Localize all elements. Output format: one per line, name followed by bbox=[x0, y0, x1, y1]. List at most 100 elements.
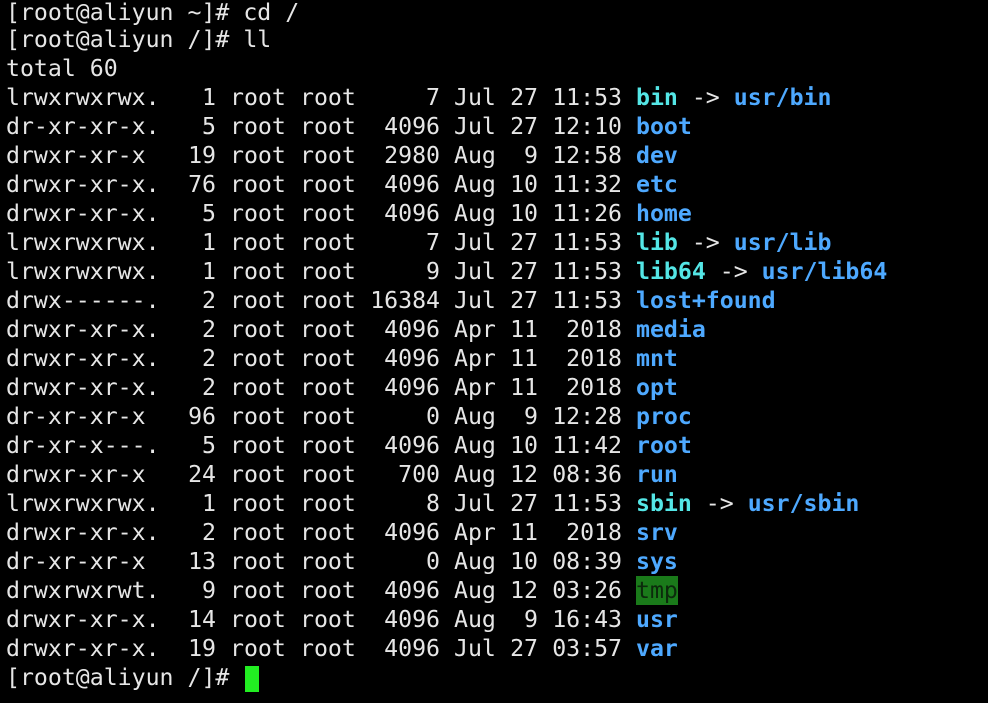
time: 11:32 bbox=[552, 171, 622, 198]
time: 2018 bbox=[566, 345, 622, 372]
time: 11:53 bbox=[552, 229, 622, 256]
owner: root bbox=[230, 287, 286, 314]
command-prompt[interactable]: [root@aliyun /]# bbox=[6, 663, 988, 692]
sticky-directory-name: tmp bbox=[636, 576, 678, 605]
group: root bbox=[300, 461, 356, 488]
symlink-arrow: -> bbox=[677, 229, 734, 256]
month: Apr bbox=[454, 374, 496, 401]
day: 10 bbox=[510, 548, 538, 575]
group: root bbox=[300, 490, 356, 517]
group: root bbox=[300, 84, 356, 111]
permissions: drwxr-xr-x bbox=[6, 142, 146, 169]
directory-name: home bbox=[636, 200, 692, 227]
permissions: lrwxrwxrwx. bbox=[6, 84, 160, 111]
file-size: 4096 bbox=[384, 200, 440, 227]
month: Aug bbox=[454, 461, 496, 488]
time: 12:28 bbox=[552, 403, 622, 430]
day: 9 bbox=[524, 606, 538, 633]
month: Jul bbox=[454, 84, 496, 111]
group: root bbox=[300, 606, 356, 633]
day: 27 bbox=[510, 229, 538, 256]
listing-row: drwxr-xr-x. 5 root root 4096 Aug 10 11:26 home bbox=[6, 199, 988, 228]
directory-name: dev bbox=[636, 142, 678, 169]
listing-row: drwxr-xr-x. 2 root root 4096 Apr 11 2018 srv bbox=[6, 518, 988, 547]
owner: root bbox=[230, 258, 286, 285]
time: 11:53 bbox=[552, 287, 622, 314]
owner: root bbox=[230, 403, 286, 430]
listing-row: lrwxrwxrwx. 1 root root 9 Jul 27 11:53 lib64 -> … bbox=[6, 257, 988, 286]
link-count: 24 bbox=[188, 461, 216, 488]
day: 27 bbox=[510, 84, 538, 111]
link-count: 2 bbox=[202, 287, 216, 314]
owner: root bbox=[230, 635, 286, 662]
month: Aug bbox=[454, 548, 496, 575]
file-size: 4096 bbox=[384, 606, 440, 633]
owner: root bbox=[230, 374, 286, 401]
time: 12:10 bbox=[552, 113, 622, 140]
permissions: drwx------. bbox=[6, 287, 160, 314]
permissions: dr-xr-xr-x bbox=[6, 548, 146, 575]
day: 27 bbox=[510, 113, 538, 140]
time: 2018 bbox=[566, 316, 622, 343]
link-count: 1 bbox=[202, 229, 216, 256]
time: 2018 bbox=[566, 374, 622, 401]
link-count: 5 bbox=[202, 200, 216, 227]
group: root bbox=[300, 548, 356, 575]
link-count: 2 bbox=[202, 316, 216, 343]
permissions: drwxr-xr-x. bbox=[6, 519, 160, 546]
owner: root bbox=[230, 113, 286, 140]
file-size: 4096 bbox=[384, 432, 440, 459]
time: 11:42 bbox=[552, 432, 622, 459]
prompt-text: [root@aliyun /]# bbox=[6, 664, 244, 691]
permissions: drwxr-xr-x bbox=[6, 461, 146, 488]
listing-total: total 60 bbox=[6, 55, 118, 82]
directory-name: lost+found bbox=[636, 287, 776, 314]
day: 27 bbox=[510, 490, 538, 517]
listing-row: dr-xr-xr-x 96 root root 0 Aug 9 12:28 proc bbox=[6, 402, 988, 431]
symlink-target: usr/lib bbox=[733, 229, 832, 256]
day: 10 bbox=[510, 200, 538, 227]
permissions: drwxr-xr-x. bbox=[6, 374, 160, 401]
permissions: lrwxrwxrwx. bbox=[6, 229, 160, 256]
file-size: 7 bbox=[426, 229, 440, 256]
permissions: drwxr-xr-x. bbox=[6, 316, 160, 343]
group: root bbox=[300, 258, 356, 285]
permissions: drwxr-xr-x. bbox=[6, 171, 160, 198]
link-count: 19 bbox=[188, 142, 216, 169]
owner: root bbox=[230, 432, 286, 459]
group: root bbox=[300, 113, 356, 140]
symlink-target: usr/lib64 bbox=[761, 258, 888, 285]
owner: root bbox=[230, 606, 286, 633]
month: Aug bbox=[454, 606, 496, 633]
time: 08:36 bbox=[552, 461, 622, 488]
link-count: 5 bbox=[202, 113, 216, 140]
link-count: 1 bbox=[202, 84, 216, 111]
command-line-ll: [root@aliyun /]# ll bbox=[6, 26, 272, 53]
listing-row: drwxr-xr-x. 76 root root 4096 Aug 10 11:32 etc bbox=[6, 170, 988, 199]
group: root bbox=[300, 374, 356, 401]
permissions: drwxrwxrwt. bbox=[6, 577, 160, 604]
time: 11:26 bbox=[552, 200, 622, 227]
link-count: 14 bbox=[188, 606, 216, 633]
file-size: 0 bbox=[426, 403, 440, 430]
symlink-name: lib bbox=[636, 229, 678, 256]
time: 03:57 bbox=[552, 635, 622, 662]
permissions: drwxr-xr-x. bbox=[6, 635, 160, 662]
link-count: 96 bbox=[188, 403, 216, 430]
group: root bbox=[300, 635, 356, 662]
file-size: 4096 bbox=[384, 577, 440, 604]
directory-name: opt bbox=[636, 374, 678, 401]
month: Jul bbox=[454, 113, 496, 140]
directory-name: sys bbox=[636, 548, 678, 575]
link-count: 2 bbox=[202, 374, 216, 401]
time: 03:26 bbox=[552, 577, 622, 604]
month: Aug bbox=[454, 200, 496, 227]
permissions: drwxr-xr-x. bbox=[6, 606, 160, 633]
directory-name: boot bbox=[636, 113, 692, 140]
month: Apr bbox=[454, 316, 496, 343]
owner: root bbox=[230, 461, 286, 488]
listing-row: dr-xr-xr-x. 5 root root 4096 Jul 27 12:10 boot bbox=[6, 112, 988, 141]
group: root bbox=[300, 229, 356, 256]
terminal-window[interactable]: [root@aliyun ~]# cd / [root@aliyun /]# l… bbox=[0, 0, 988, 703]
file-size: 4096 bbox=[384, 374, 440, 401]
